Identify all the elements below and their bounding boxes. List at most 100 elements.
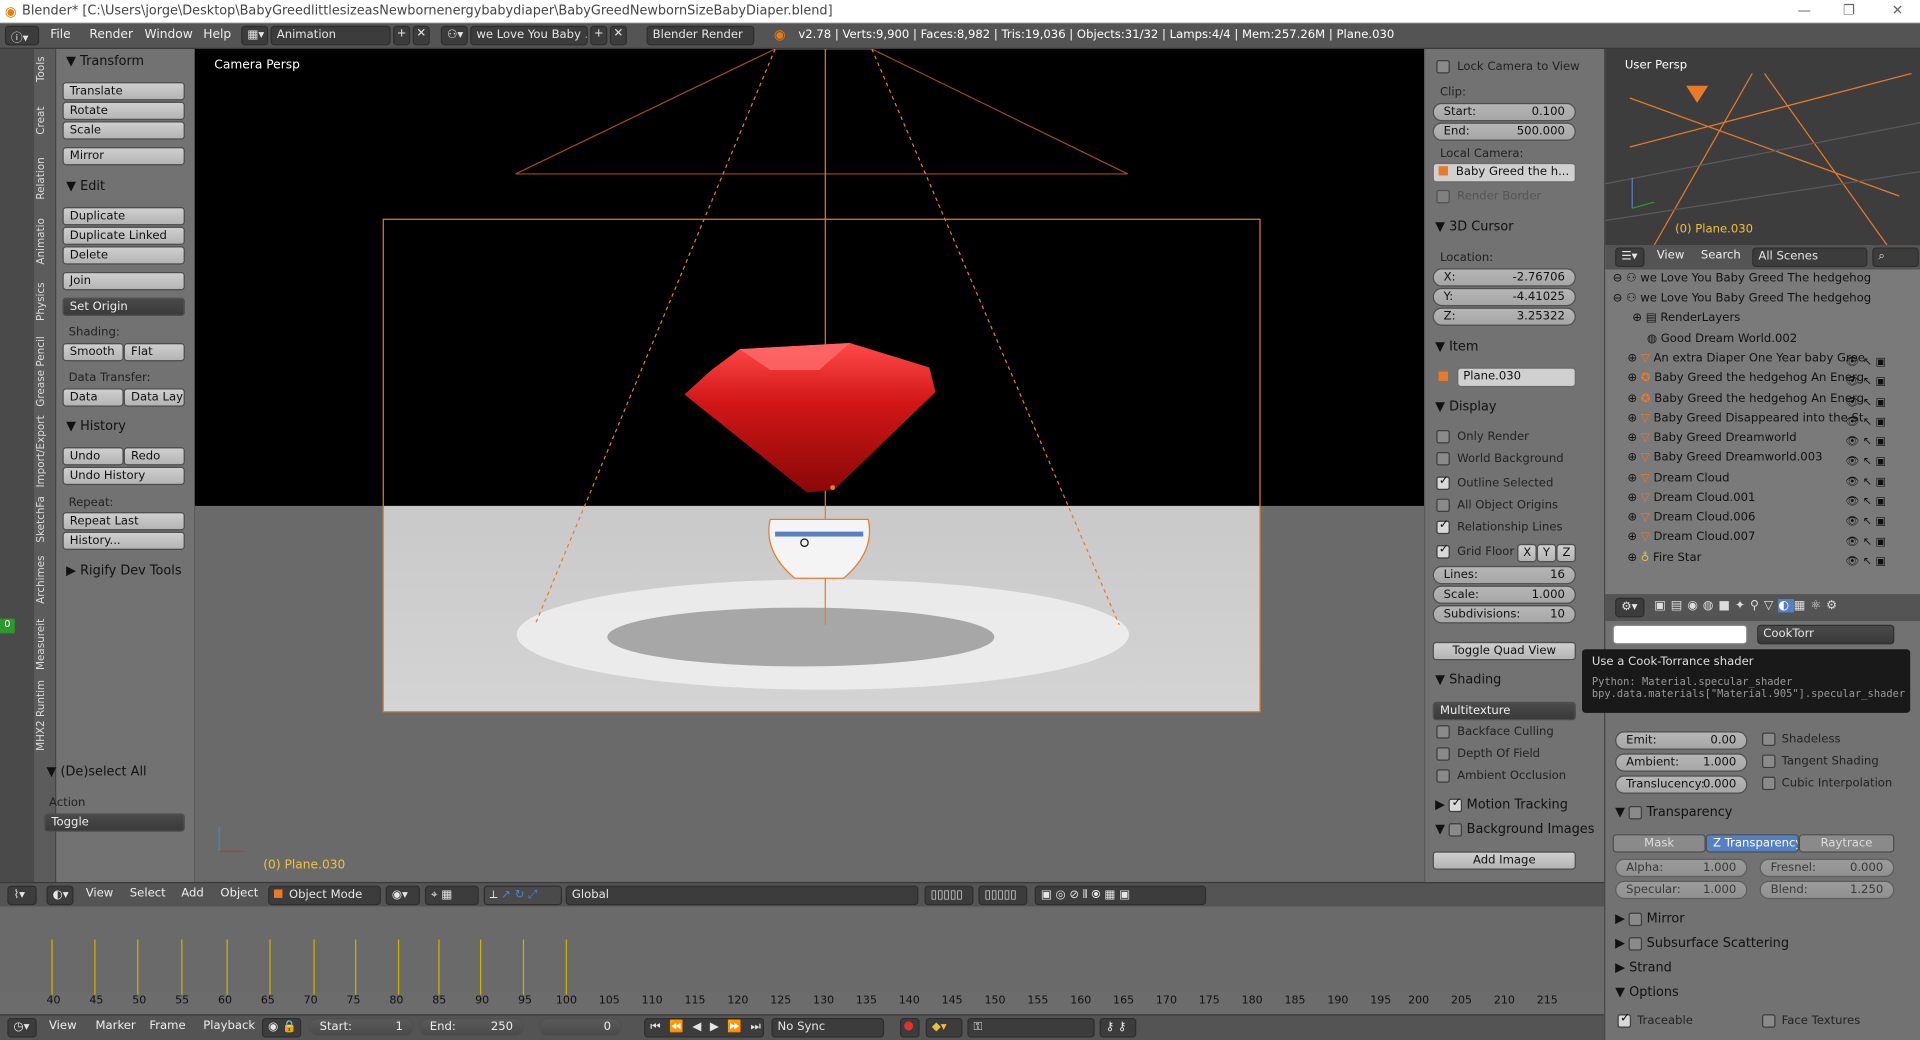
shadeless-checkbox[interactable] [1762, 732, 1776, 747]
depth-of-field-checkbox[interactable] [1436, 747, 1450, 761]
render-border-checkbox[interactable] [1436, 189, 1450, 204]
viewport-menu-add[interactable]: Add [181, 887, 204, 900]
tab-grease-pencil[interactable]: Grease Pencil [36, 331, 56, 412]
background-images-panel-title[interactable]: ▼ Background Images [1435, 822, 1594, 837]
grid-scale-field[interactable]: Scale: 1.000 [1432, 585, 1576, 604]
scene-icon[interactable]: ⚇▾ [440, 25, 468, 46]
timeline-editor-type-icon[interactable]: ◷▾ [7, 1017, 37, 1038]
transparency-z-tab[interactable]: Z Transparency [1705, 834, 1799, 853]
set-origin-menu[interactable]: Set Origin [62, 297, 185, 317]
mirror-button[interactable]: Mirror [62, 146, 185, 166]
tab-physics[interactable]: Physics [36, 274, 56, 328]
viewport-menu-select[interactable]: Select [130, 887, 166, 900]
clip-start-field[interactable]: Start: 0.100 [1432, 102, 1576, 122]
tangent-shading-checkbox[interactable] [1762, 754, 1776, 769]
grid-axis-x-toggle[interactable]: X [1517, 543, 1537, 563]
editor-type-icon[interactable]: ⓘ▾ [4, 25, 40, 46]
data-layout-button[interactable]: Data Layo [123, 388, 185, 407]
outliner-row-renderlayers[interactable]: ⊕ ▤ RenderLayers [1605, 311, 1899, 331]
timeline-menu-playback[interactable]: Playback [203, 1019, 255, 1032]
relationship-lines-checkbox[interactable] [1436, 518, 1450, 535]
alpha-field[interactable]: Alpha: 1.000 [1615, 858, 1748, 878]
smooth-button[interactable]: Smooth [62, 342, 124, 362]
keying-set-icons[interactable]: ◆▾ [925, 1017, 963, 1038]
mirror-checkbox[interactable] [1629, 911, 1643, 926]
delete-button[interactable]: Delete [62, 246, 185, 265]
outliner-menu-search[interactable]: Search [1701, 249, 1741, 262]
tab-mhx2-runtime[interactable]: MHX2 Runtim [36, 679, 56, 752]
shading-mode-select[interactable]: Multitexture [1432, 701, 1576, 721]
close-window-button[interactable]: ✕ [1892, 2, 1903, 18]
transparency-raytrace-tab[interactable]: Raytrace [1798, 834, 1895, 853]
scale-button[interactable]: Scale [62, 121, 185, 140]
remove-scene-icon[interactable]: ✕ [609, 25, 627, 46]
3d-view-editor-icon[interactable]: ◐▾ [46, 885, 74, 906]
mirror-panel-title[interactable]: ▶ Mirror [1615, 911, 1684, 926]
outliner-menu-view[interactable]: View [1657, 249, 1685, 262]
3d-viewport[interactable]: Camera Persp (0) Plane.030 [194, 48, 1425, 882]
cursor-x-field[interactable]: X: -2.76706 [1432, 268, 1576, 287]
end-frame-field[interactable]: End: 250 [418, 1017, 525, 1037]
tab-create[interactable]: Creat [36, 96, 56, 145]
pivot-point-select[interactable]: ⌖ ▦ [424, 885, 479, 906]
repeat-last-button[interactable]: Repeat Last [62, 512, 185, 531]
outline-selected-checkbox[interactable] [1436, 474, 1450, 490]
emit-field[interactable]: Emit: 0.00 [1615, 731, 1748, 750]
display-panel-title[interactable]: ▼ Display [1435, 399, 1496, 414]
screen-layout-icon[interactable]: ▦▾ [241, 25, 269, 46]
shading-panel-title[interactable]: ▼ Shading [1435, 673, 1501, 688]
transparency-panel-title[interactable]: ▼ Transparency [1615, 805, 1732, 820]
data-transfer-button[interactable]: Data [62, 388, 124, 407]
scene-field[interactable]: we Love You Baby ... [470, 25, 588, 46]
manipulator-toggles[interactable]: ⟂ ↗ ↻ ⤢ [483, 885, 563, 906]
face-textures-checkbox[interactable] [1762, 1014, 1776, 1028]
timeline-menu-view[interactable]: View [49, 1019, 77, 1032]
cubic-interpolation-checkbox[interactable] [1762, 776, 1776, 791]
translucency-field[interactable]: Translucency: 0.000 [1615, 775, 1748, 794]
flat-button[interactable]: Flat [123, 342, 185, 362]
add-screen-icon[interactable]: + [393, 25, 411, 46]
grid-subdivisions-field[interactable]: Subdivisions: 10 [1432, 605, 1576, 624]
material-name-field[interactable] [1612, 624, 1748, 645]
current-frame-field[interactable]: 0 [538, 1017, 623, 1037]
grid-lines-field[interactable]: Lines: 16 [1432, 565, 1576, 585]
tab-animation[interactable]: Animatio [36, 211, 56, 272]
outliner-visibility-icons[interactable]: 👁 ↖ ▣ 👁 ↖ ▣ 👁 ↖ ▣ 👁 ↖ ▣ 👁 ↖ ▣ 👁 ↖ ▣ 👁 ↖ ▣ 👁 ↖ ▣… [1845, 353, 1906, 573]
specular-shader-select[interactable]: CookTorr [1757, 624, 1895, 645]
add-scene-icon[interactable]: + [590, 25, 608, 46]
maximize-button[interactable]: ❐ [1843, 2, 1855, 18]
user-persp-viewport[interactable]: User Persp (0) Plane.030 [1605, 48, 1920, 245]
world-background-checkbox[interactable] [1436, 452, 1450, 466]
playback-controls[interactable]: ⏮ ⏪ ◀ ▶ ⏩ ⏭ [644, 1017, 765, 1038]
only-render-checkbox[interactable] [1436, 429, 1450, 444]
fresnel-field[interactable]: Fresnel: 0.000 [1759, 858, 1895, 878]
timeline-keyframe-area[interactable] [0, 906, 1605, 993]
motion-tracking-panel-title[interactable]: ▶ Motion Tracking [1435, 796, 1568, 813]
strand-panel-title[interactable]: ▶ Strand [1615, 960, 1672, 975]
properties-editor-icon[interactable]: ⚙▾ [1615, 597, 1645, 618]
duplicate-linked-button[interactable]: Duplicate Linked [62, 226, 185, 245]
cursor-z-field[interactable]: Z: 3.25322 [1432, 307, 1576, 326]
redo-button[interactable]: Redo [123, 447, 185, 466]
3d-cursor-panel-title[interactable]: ▼ 3D Cursor [1435, 219, 1513, 234]
keying-set-field[interactable]: ⚿ [967, 1017, 1095, 1038]
outliner-search-icon[interactable]: ⌕ [1872, 247, 1919, 268]
timeline-options-icons[interactable]: ◉ 🔒 [262, 1017, 302, 1038]
undo-history-button[interactable]: Undo History [62, 466, 185, 486]
backface-culling-checkbox[interactable] [1436, 725, 1450, 739]
outliner-editor-icon[interactable]: ☰▾ [1615, 247, 1645, 268]
deselect-panel-title[interactable]: ▼ (De)select All [47, 764, 147, 779]
tab-archimesh[interactable]: Archimes [36, 549, 56, 610]
grid-axis-z-toggle[interactable]: Z [1556, 543, 1576, 563]
timeline-menu-frame[interactable]: Frame [149, 1019, 185, 1032]
tab-import-export[interactable]: Import/Export [36, 414, 56, 490]
motion-tracking-checkbox[interactable] [1449, 796, 1463, 812]
ambient-occlusion-checkbox[interactable] [1436, 769, 1450, 783]
menu-render[interactable]: Render [89, 28, 133, 41]
menu-window[interactable]: Window [144, 28, 192, 41]
outliner-row-scene[interactable]: ⊖ ⚇ we Love You Baby Greed The hedgehog [1605, 292, 1899, 312]
lock-camera-checkbox[interactable] [1436, 60, 1450, 74]
keyframe-insert-icons[interactable]: ⚷ ⚷ [1099, 1017, 1137, 1038]
background-images-checkbox[interactable] [1449, 822, 1463, 837]
specular-alpha-field[interactable]: Specular: 1.000 [1615, 880, 1748, 900]
